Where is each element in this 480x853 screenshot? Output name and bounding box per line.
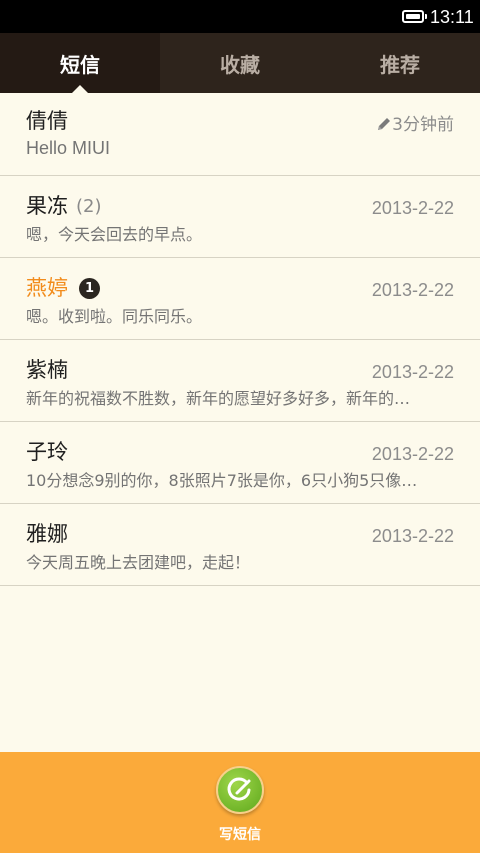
message-snippet: 10分想念9别的你，8张照片7张是你，6只小狗5只像…: [26, 471, 418, 490]
contact-name: 紫楠: [26, 358, 68, 382]
bottom-bar: 写短信: [0, 752, 480, 853]
status-bar: 13:11: [0, 0, 480, 33]
conversation-row[interactable]: 燕婷 1 2013-2-22 嗯。收到啦。同乐同乐。: [0, 258, 480, 340]
conversation-row[interactable]: 果冻 (2) 2013-2-22 嗯，今天会回去的早点。: [0, 176, 480, 258]
contact-name: 倩倩: [26, 109, 68, 133]
tab-messages[interactable]: 短信: [0, 33, 160, 93]
draft-time: 3分钟前: [392, 115, 454, 135]
message-snippet: 新年的祝福数不胜数，新年的愿望好多好多，新年的…: [26, 389, 411, 408]
clock: 13:11: [430, 7, 474, 27]
message-snippet: 今天周五晚上去团建吧，走起！: [26, 553, 251, 572]
tab-recommended[interactable]: 推荐: [320, 33, 480, 93]
compose-label: 写短信: [219, 827, 261, 843]
message-snippet: Hello MIUI: [26, 138, 111, 158]
compose-button[interactable]: [216, 766, 264, 814]
conversation-list: 倩倩 3分钟前 Hello MIUI 果冻 (2) 2013-2-22 嗯，今天…: [0, 93, 480, 586]
message-snippet: 嗯。收到啦。同乐同乐。: [26, 307, 203, 326]
tab-bar: 短信 收藏 推荐: [0, 33, 480, 93]
tab-favorites[interactable]: 收藏: [160, 33, 320, 93]
pencil-icon: [378, 118, 390, 130]
message-date: 2013-2-22: [371, 362, 454, 382]
contact-name: 雅娜: [26, 522, 68, 546]
message-date: 2013-2-22: [371, 198, 454, 218]
conversation-row[interactable]: 紫楠 2013-2-22 新年的祝福数不胜数，新年的愿望好多好多，新年的…: [0, 340, 480, 422]
contact-name: 燕婷: [26, 276, 68, 300]
unread-badge: 1: [79, 278, 100, 299]
contact-name: 果冻: [26, 194, 68, 218]
conversation-row[interactable]: 倩倩 3分钟前 Hello MIUI: [0, 93, 480, 176]
conversation-row[interactable]: 子玲 2013-2-22 10分想念9别的你，8张照片7张是你，6只小狗5只像…: [0, 422, 480, 504]
battery-icon: [402, 10, 427, 23]
message-date: 2013-2-22: [371, 526, 454, 546]
message-date: 2013-2-22: [371, 280, 454, 300]
compose-icon: [227, 777, 251, 801]
message-count: (2): [76, 196, 102, 217]
message-snippet: 嗯，今天会回去的早点。: [26, 225, 203, 244]
message-date: 2013-2-22: [371, 444, 454, 464]
conversation-row[interactable]: 雅娜 2013-2-22 今天周五晚上去团建吧，走起！: [0, 504, 480, 586]
contact-name: 子玲: [26, 440, 68, 464]
